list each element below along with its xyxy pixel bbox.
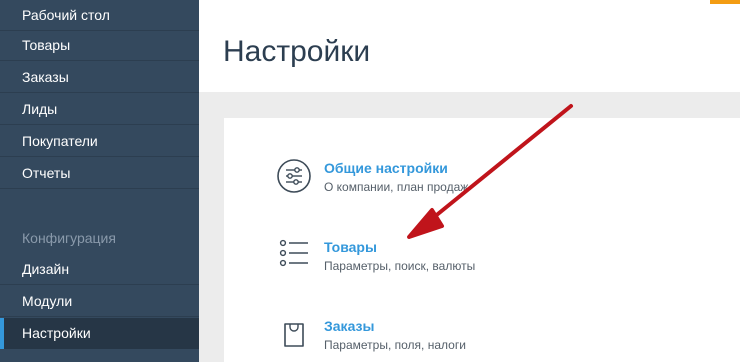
settings-card-description: Параметры, поиск, валюты xyxy=(324,259,476,273)
sidebar-item-label: Покупатели xyxy=(22,133,98,149)
sidebar-item-leads[interactable]: Лиды xyxy=(0,94,199,125)
sidebar-item-dashboard[interactable]: Рабочий стол xyxy=(0,0,199,31)
app-window: Рабочий стол Товары Заказы Лиды Покупате… xyxy=(0,0,740,362)
sidebar-item-label: Лиды xyxy=(22,101,58,117)
sidebar-item-products[interactable]: Товары xyxy=(0,30,199,61)
settings-panel: Общие настройки О компании, план продаж … xyxy=(224,118,740,362)
settings-card-description: О компании, план продаж xyxy=(324,180,469,194)
settings-card-title[interactable]: Общие настройки xyxy=(324,158,448,178)
sidebar-item-orders[interactable]: Заказы xyxy=(0,62,199,93)
sidebar-item-reports[interactable]: Отчеты xyxy=(0,158,199,189)
sidebar: Рабочий стол Товары Заказы Лиды Покупате… xyxy=(0,0,199,362)
sidebar-item-design[interactable]: Дизайн xyxy=(0,254,199,285)
list-icon xyxy=(276,237,312,273)
sliders-icon xyxy=(276,158,312,194)
page-title: Настройки xyxy=(223,35,371,68)
sidebar-item-settings[interactable]: Настройки xyxy=(0,318,199,349)
settings-card-description: Параметры, поля, налоги xyxy=(324,338,466,352)
sidebar-item-label: Товары xyxy=(22,37,71,53)
settings-card-title[interactable]: Заказы xyxy=(324,316,374,336)
shopping-bag-icon xyxy=(276,316,312,352)
settings-card-orders[interactable]: Заказы Параметры, поля, налоги xyxy=(276,316,716,360)
sidebar-item-modules[interactable]: Модули xyxy=(0,286,199,317)
sidebar-item-label: Отчеты xyxy=(22,165,71,181)
settings-card-products[interactable]: Товары Параметры, поиск, валюты xyxy=(276,237,716,281)
sidebar-item-customers[interactable]: Покупатели xyxy=(0,126,199,157)
settings-card-title[interactable]: Товары xyxy=(324,237,377,257)
settings-card-general[interactable]: Общие настройки О компании, план продаж xyxy=(276,158,716,202)
notification-badge[interactable] xyxy=(710,0,740,4)
page-header: Настройки xyxy=(199,0,740,92)
sidebar-item-label: Настройки xyxy=(22,325,91,341)
sidebar-item-label: Дизайн xyxy=(22,261,70,277)
sidebar-item-label: Модули xyxy=(22,293,73,309)
sidebar-item-label: Заказы xyxy=(22,69,69,85)
sidebar-item-label: Рабочий стол xyxy=(22,7,110,23)
sidebar-section-heading: Конфигурация xyxy=(22,230,116,246)
